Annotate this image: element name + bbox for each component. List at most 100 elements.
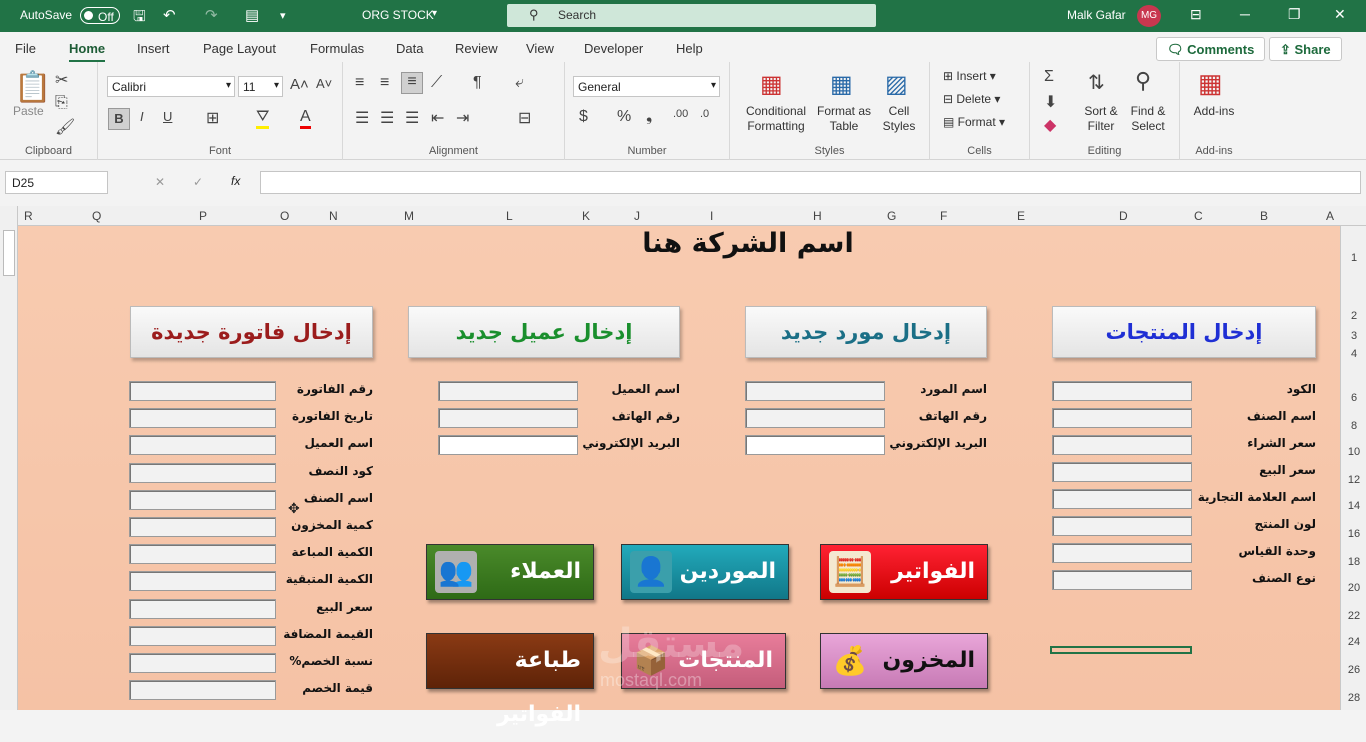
avatar[interactable]: MG (1137, 5, 1161, 27)
row-header[interactable]: 24 (1341, 636, 1366, 648)
customers-button[interactable]: 👥 العملاء (426, 544, 594, 600)
align-top-icon[interactable]: ≡ (355, 74, 364, 92)
column-header-i[interactable]: I (710, 209, 713, 223)
input-field[interactable] (1052, 489, 1192, 509)
input-field[interactable] (745, 435, 885, 455)
invoice-entry-button[interactable]: إدخال فاتورة جديدة (130, 306, 373, 358)
column-header-g[interactable]: G (887, 209, 896, 223)
autosave-toggle[interactable]: Off (80, 7, 120, 24)
column-header-c[interactable]: C (1194, 209, 1203, 223)
input-field[interactable] (129, 489, 276, 510)
insert-function-icon[interactable]: fx (231, 174, 240, 188)
paste-icon[interactable]: 📋 (14, 70, 51, 105)
stock-button[interactable]: 💰 المخزون (820, 633, 988, 689)
vertical-scrollbar[interactable] (0, 206, 18, 710)
increase-decimal-icon[interactable]: .00 (673, 108, 688, 120)
input-field[interactable] (129, 680, 276, 701)
column-header-h[interactable]: H (813, 209, 822, 223)
customer-entry-button[interactable]: إدخال عميل جديد (408, 306, 680, 358)
input-field[interactable] (129, 517, 276, 537)
column-header-e[interactable]: E (1017, 209, 1025, 223)
input-field[interactable] (1052, 435, 1192, 455)
products-entry-button[interactable]: إدخال المنتجات (1052, 306, 1316, 358)
input-field[interactable] (129, 653, 276, 673)
fill-icon[interactable]: ⬇ (1044, 92, 1057, 112)
format-button[interactable]: ▤ Format ▾ (943, 115, 1005, 130)
form-icon[interactable]: ▤ (245, 6, 259, 24)
copy-icon[interactable]: ⎘ (55, 94, 68, 112)
input-field[interactable] (129, 625, 276, 646)
underline-icon[interactable]: U (163, 109, 172, 124)
sort-filter-icon[interactable]: ⇅ (1088, 70, 1105, 95)
row-header[interactable]: 4 (1341, 348, 1366, 360)
fill-color-icon[interactable]: ⛛ (256, 108, 270, 129)
column-header-k[interactable]: K (582, 209, 590, 223)
column-header-r[interactable]: R (24, 209, 33, 223)
decrease-indent-icon[interactable]: ⇤ (431, 108, 444, 128)
row-header[interactable]: 20 (1341, 582, 1366, 594)
paste-label[interactable]: Paste (13, 104, 44, 119)
formula-input[interactable] (260, 171, 1361, 194)
column-header-f[interactable]: F (940, 209, 947, 223)
input-field[interactable] (129, 381, 276, 401)
input-field[interactable] (1052, 516, 1192, 536)
tab-page-layout[interactable]: Page Layout (203, 41, 276, 56)
row-header[interactable]: 3 (1341, 330, 1366, 342)
save-icon[interactable]: 🖫 (133, 6, 146, 31)
align-left-icon[interactable]: ☰ (355, 108, 369, 128)
italic-icon[interactable]: I (140, 109, 144, 124)
align-center-icon[interactable]: ☰ (380, 108, 394, 128)
input-field[interactable] (129, 544, 276, 565)
delete-button[interactable]: ⊟ Delete ▾ (943, 92, 1000, 107)
tab-data[interactable]: Data (396, 41, 423, 56)
column-header-o[interactable]: O (280, 209, 289, 223)
row-header[interactable]: 28 (1341, 692, 1366, 704)
cell-styles-icon[interactable]: ▨ (885, 70, 908, 99)
input-field[interactable] (1052, 462, 1192, 482)
tab-insert[interactable]: Insert (137, 41, 170, 56)
add-ins-button[interactable]: Add-ins (1188, 104, 1240, 119)
row-header[interactable]: 26 (1341, 664, 1366, 676)
align-right-icon[interactable]: ☰ (405, 108, 419, 128)
row-header[interactable]: 2 (1341, 310, 1366, 322)
column-header-l[interactable]: L (506, 209, 513, 223)
merge-center-icon[interactable]: ⊟ (518, 108, 531, 128)
row-header[interactable]: 22 (1341, 610, 1366, 622)
restore-icon[interactable]: ❐ (1288, 6, 1301, 23)
insert-button[interactable]: ⊞ Insert ▾ (943, 69, 996, 84)
decrease-decimal-icon[interactable]: .0 (700, 108, 709, 120)
redo-icon[interactable]: ↷ (205, 6, 218, 24)
align-middle-icon[interactable]: ≡ (380, 74, 389, 92)
user-name[interactable]: Malk Gafar (1067, 8, 1126, 22)
undo-icon[interactable]: ↶ (163, 6, 176, 24)
font-color-icon[interactable]: A (300, 108, 311, 129)
row-header[interactable]: 12 (1341, 474, 1366, 486)
comma-icon[interactable]: ❟ (646, 108, 652, 126)
input-field[interactable] (745, 381, 885, 401)
find-select-button[interactable]: Find & Select (1124, 104, 1172, 134)
column-header-d[interactable]: D (1119, 209, 1128, 223)
tab-help[interactable]: Help (676, 41, 703, 56)
scroll-thumb[interactable] (3, 230, 15, 276)
tab-file[interactable]: File (15, 41, 36, 56)
column-header-b[interactable]: B (1260, 209, 1268, 223)
input-field[interactable] (438, 408, 578, 428)
font-name-select[interactable]: Calibri (107, 76, 235, 97)
worksheet[interactable]: اسم الشركة هنا إدخال المنتجات إدخال مورد… (18, 226, 1340, 727)
search-box[interactable]: ⚲ Search (507, 4, 876, 27)
column-header-j[interactable]: J (634, 209, 640, 223)
comments-button[interactable]: 🗨 Comments (1156, 37, 1266, 61)
cut-icon[interactable]: ✂ (55, 70, 68, 90)
input-field[interactable] (1052, 570, 1192, 590)
font-size-select[interactable]: 11 (238, 76, 283, 97)
file-name[interactable]: ORG STOCK (362, 8, 434, 22)
rtl-icon[interactable]: ¶ (473, 74, 482, 92)
selected-cell[interactable] (1050, 646, 1192, 654)
print-invoices-button[interactable]: طباعة الفواتير (426, 633, 594, 727)
row-header[interactable]: 10 (1341, 446, 1366, 458)
minimize-icon[interactable]: ─ (1240, 6, 1250, 22)
sort-filter-button[interactable]: Sort & Filter (1080, 104, 1122, 134)
input-field[interactable] (129, 571, 276, 592)
conditional-formatting-button[interactable]: Conditional Formatting (738, 104, 814, 134)
share-button[interactable]: ⇪ Share (1269, 37, 1342, 61)
